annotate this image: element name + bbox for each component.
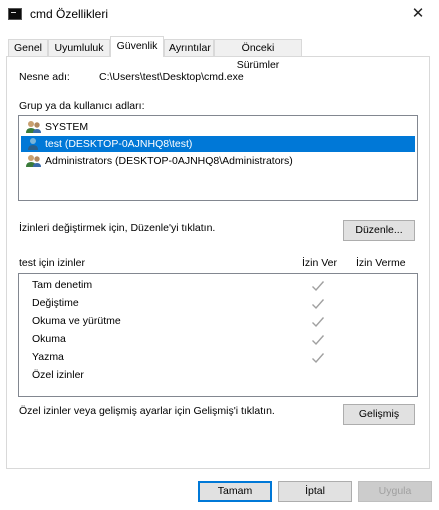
allow-check-icon <box>312 353 325 364</box>
permission-full-control: Tam denetim <box>32 279 93 291</box>
allow-check-icon <box>312 281 325 292</box>
edit-button[interactable]: Düzenle... <box>343 220 415 241</box>
deny-column-header: İzin Verme <box>356 257 406 269</box>
close-button[interactable]: ✕ <box>404 2 432 26</box>
allow-check-icon <box>312 299 325 310</box>
group-icon <box>26 155 41 167</box>
list-item-label: test (DESKTOP-0AJNHQ8\test) <box>45 138 193 150</box>
cmd-app-icon <box>8 8 22 20</box>
change-permissions-hint: İzinleri değiştirmek için, Düzenle'yi tı… <box>19 222 216 234</box>
permissions-header: test için izinler <box>19 257 85 269</box>
window-title: cmd Özellikleri <box>30 7 109 21</box>
advanced-button[interactable]: Gelişmiş <box>343 404 415 425</box>
object-name-label: Nesne adı: <box>19 71 70 83</box>
list-item-system[interactable]: SYSTEM <box>21 119 415 135</box>
allow-check-icon <box>312 335 325 346</box>
group-icon <box>26 121 41 133</box>
title-bar: cmd Özellikleri ✕ <box>0 0 439 30</box>
users-listbox[interactable]: SYSTEM test (DESKTOP-0AJNHQ8\test) Admin… <box>18 115 418 201</box>
apply-button[interactable]: Uygula <box>358 481 432 502</box>
permission-read-execute: Okuma ve yürütme <box>32 315 121 327</box>
list-item-label: Administrators (DESKTOP-0AJNHQ8\Administ… <box>45 155 293 167</box>
permission-write: Yazma <box>32 351 64 363</box>
tab-compatibility[interactable]: Uyumluluk <box>48 39 110 56</box>
object-name-value: C:\Users\test\Desktop\cmd.exe <box>99 71 244 83</box>
user-icon <box>28 138 38 150</box>
list-item-test-user[interactable]: test (DESKTOP-0AJNHQ8\test) <box>21 136 415 152</box>
tab-security[interactable]: Güvenlik <box>110 36 164 57</box>
advanced-hint: Özel izinler veya gelişmiş ayarlar için … <box>19 405 275 417</box>
groups-label: Grup ya da kullanıcı adları: <box>19 100 145 112</box>
allow-column-header: İzin Ver <box>302 257 338 269</box>
permission-special: Özel izinler <box>32 369 84 381</box>
permissions-list: Tam denetim Değiştime Okuma ve yürütme O… <box>18 273 418 397</box>
tab-general[interactable]: Genel <box>8 39 48 56</box>
permission-read: Okuma <box>32 333 66 345</box>
ok-button[interactable]: Tamam <box>198 481 272 502</box>
cancel-button[interactable]: İptal <box>278 481 352 502</box>
tab-previous-versions[interactable]: Önceki Sürümler <box>214 39 302 71</box>
list-item-administrators[interactable]: Administrators (DESKTOP-0AJNHQ8\Administ… <box>21 153 415 169</box>
permission-modify: Değiştime <box>32 297 79 309</box>
allow-check-icon <box>312 317 325 328</box>
list-item-label: SYSTEM <box>45 121 89 133</box>
tab-details[interactable]: Ayrıntılar <box>164 39 214 56</box>
